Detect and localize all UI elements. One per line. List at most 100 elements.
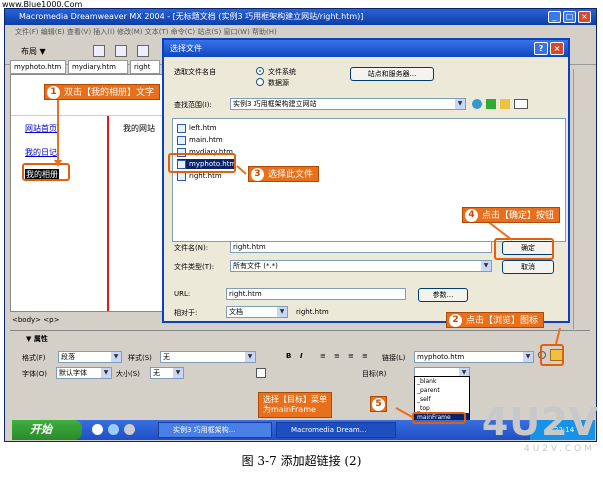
select-from-label: 选取文件名自: [174, 68, 216, 76]
style-select[interactable]: 无 ▼: [160, 351, 256, 363]
new-folder-icon[interactable]: [500, 99, 510, 109]
side-panel: [573, 69, 593, 329]
callout-4: 4 点击【确定】按钮: [462, 207, 561, 223]
target-option[interactable]: _self: [415, 395, 469, 404]
chevron-down-icon: ▼: [173, 368, 183, 378]
callout-text: 点击【浏览】图标: [466, 316, 539, 326]
start-button[interactable]: 开始: [12, 420, 82, 440]
file-name: left.htm: [189, 124, 217, 132]
minimize-button[interactable]: _: [548, 11, 561, 23]
font-select[interactable]: 默认字体 ▼: [56, 367, 112, 379]
tag-selector[interactable]: <body> <p>: [10, 314, 165, 326]
dialog-title: 选择文件: [164, 40, 568, 57]
site-server-button[interactable]: 站点和服务器...: [350, 67, 434, 81]
size-label: 大小(S): [116, 370, 140, 378]
frame-divider: [11, 115, 166, 116]
layout-dropdown[interactable]: 布局 ▼: [21, 46, 46, 57]
file-name: main.htm: [189, 136, 223, 144]
align-center-icon[interactable]: ≡: [334, 352, 340, 360]
tab-myphoto[interactable]: myphoto.htm: [10, 60, 66, 74]
highlight-myphoto: [168, 153, 236, 173]
radio-filesystem[interactable]: [256, 67, 264, 75]
format-value: 段落: [61, 353, 75, 361]
layer-icon[interactable]: [115, 45, 127, 57]
target-option[interactable]: _parent: [415, 386, 469, 395]
lookin-select[interactable]: 实例3 巧用框架构建立网站 ▼: [230, 98, 466, 110]
relative-select[interactable]: 文档 ▼: [226, 306, 288, 318]
window-title: Macromedia Dreamweaver MX 2004 - [无标题文档 …: [5, 9, 596, 25]
filename-label: 文件名(N):: [174, 244, 209, 252]
file-icon: [177, 136, 186, 145]
nav-link-diary[interactable]: 我的日记: [25, 147, 57, 158]
highlight-album: [22, 163, 70, 181]
radio-filesystem-label: 文件系统: [268, 68, 296, 76]
filename-value: right.htm: [233, 243, 266, 251]
help-button[interactable]: ?: [534, 42, 548, 55]
link-input[interactable]: myphoto.htm ▼: [414, 351, 534, 363]
callout-text: 点击【确定】按钮: [482, 211, 555, 221]
chevron-down-icon: ▼: [101, 368, 111, 378]
up-folder-icon[interactable]: [486, 99, 496, 109]
quicklaunch-media-icon[interactable]: [124, 424, 135, 435]
radio-datasource[interactable]: [256, 78, 264, 86]
url-input[interactable]: right.htm: [226, 288, 406, 300]
params-button[interactable]: 参数...: [418, 288, 468, 302]
callout-5-text: 选择【目标】菜单 为mainFrame: [258, 392, 332, 418]
callout-text: 选择此文件: [268, 170, 314, 180]
back-icon[interactable]: [472, 99, 482, 109]
font-value: 默认字体: [59, 369, 87, 377]
chevron-down-icon: ▼: [455, 99, 465, 109]
size-select[interactable]: 无 ▼: [150, 367, 184, 379]
figure-caption: 图 3-7 添加超链接 (2): [241, 454, 362, 468]
relative-value: 文档: [229, 308, 243, 316]
callout-text-line: 选择【目标】菜单: [263, 395, 327, 404]
file-name: right.htm: [189, 172, 222, 180]
frame-icon[interactable]: [137, 45, 149, 57]
align-right-icon[interactable]: ≡: [348, 352, 354, 360]
bold-button[interactable]: B: [286, 352, 291, 360]
file-icon: [177, 124, 186, 133]
justify-icon[interactable]: ≡: [362, 352, 368, 360]
file-item[interactable]: main.htm: [177, 135, 223, 145]
text-color-swatch[interactable]: [256, 368, 266, 378]
tab-right[interactable]: right: [130, 60, 160, 74]
properties-header[interactable]: ▼ 属性: [26, 334, 48, 344]
link-value: myphoto.htm: [417, 353, 465, 361]
highlight-mainframe: [412, 412, 466, 424]
maximize-button[interactable]: □: [563, 11, 576, 23]
file-item[interactable]: left.htm: [177, 123, 217, 133]
taskbar-item-dreamweaver[interactable]: Macromedia Dream...: [276, 422, 396, 438]
tab-mydiary[interactable]: mydiary.htm: [68, 60, 128, 74]
chevron-down-icon: ▼: [277, 307, 287, 317]
chevron-down-icon: ▼: [481, 261, 491, 271]
taskbar-item-folder[interactable]: 实例3 巧用框架构...: [158, 422, 272, 438]
format-select[interactable]: 段落 ▼: [58, 351, 122, 363]
quicklaunch-icon[interactable]: [92, 424, 103, 435]
file-icon: [177, 172, 186, 181]
size-value: 无: [153, 369, 160, 377]
italic-button[interactable]: I: [300, 352, 303, 360]
style-label: 样式(S): [128, 354, 152, 362]
radio-datasource-label: 数据源: [268, 79, 289, 87]
filename-input[interactable]: right.htm: [230, 241, 492, 253]
callout-1: 1 双击【我的相册】文字: [44, 84, 161, 100]
view-menu-icon[interactable]: [514, 99, 528, 109]
dialog-close-button[interactable]: ×: [550, 42, 564, 55]
menu-bar[interactable]: 文件(F) 编辑(E) 查看(V) 插入(I) 修改(M) 文本(T) 命令(C…: [5, 25, 596, 39]
url-value: right.htm: [229, 290, 262, 298]
target-option[interactable]: _blank: [415, 377, 469, 386]
link-label: 链接(L): [382, 354, 406, 362]
cancel-button[interactable]: 取消: [502, 260, 554, 274]
quicklaunch-ie-icon[interactable]: [108, 424, 119, 435]
callout-3: 3 选择此文件: [248, 166, 320, 182]
url-label: URL:: [174, 290, 191, 298]
frame-border: [107, 115, 109, 311]
filetype-select[interactable]: 所有文件 (*.*) ▼: [230, 260, 492, 272]
table-icon[interactable]: [93, 45, 105, 57]
close-button[interactable]: ×: [578, 11, 591, 23]
callout-5-number: 5: [370, 396, 387, 412]
nav-link-home[interactable]: 网站首页: [25, 123, 57, 134]
content-text: 我的网站: [123, 124, 155, 133]
align-left-icon[interactable]: ≡: [320, 352, 326, 360]
relative-label: 相对于:: [174, 309, 198, 317]
